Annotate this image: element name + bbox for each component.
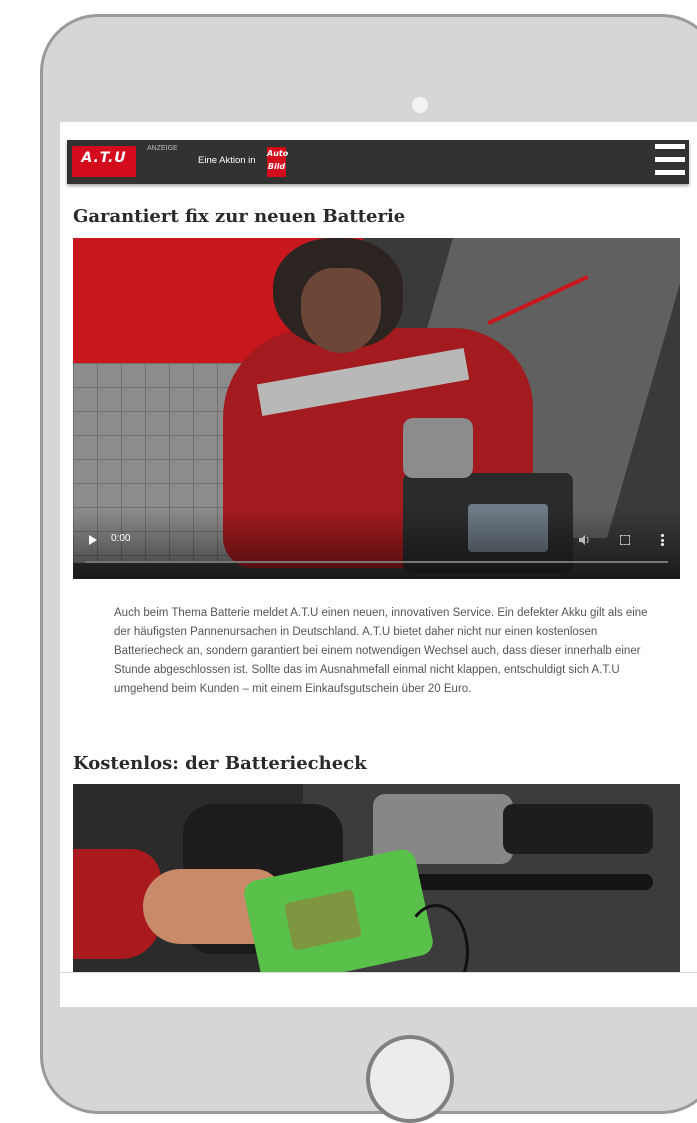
article-paragraph: Auch beim Thema Batterie meldet A.T.U ei…	[114, 607, 648, 695]
volume-icon[interactable]	[578, 534, 590, 546]
article-heading-battery: Garantiert fix zur neuen Batterie	[73, 206, 406, 227]
screen: A.T.U ANZEIGE Eine Aktion in Auto Bild Ga…	[60, 122, 697, 1007]
play-icon[interactable]	[89, 535, 97, 545]
atu-logo-text: A.T.U	[81, 150, 127, 166]
campaign-label: Eine Aktion in	[198, 155, 256, 166]
ad-label: ANZEIGE	[147, 145, 178, 152]
hamburger-icon[interactable]	[655, 144, 685, 176]
auto-bild-logo[interactable]: Auto Bild	[267, 147, 288, 177]
more-vertical-icon[interactable]	[661, 534, 664, 546]
top-bar: A.T.U ANZEIGE Eine Aktion in Auto Bild	[67, 140, 689, 184]
camera-dot	[412, 97, 428, 113]
video-player[interactable]: 0:00	[73, 238, 680, 579]
video-progress-bar[interactable]	[85, 561, 668, 563]
article-heading-batterycheck: Kostenlos: der Batteriecheck	[73, 753, 367, 774]
fullscreen-icon[interactable]	[620, 535, 630, 545]
home-button[interactable]	[366, 1035, 454, 1123]
atu-logo[interactable]: A.T.U	[72, 146, 136, 177]
video-time: 0:00	[111, 533, 131, 544]
battery-check-image	[73, 784, 680, 972]
